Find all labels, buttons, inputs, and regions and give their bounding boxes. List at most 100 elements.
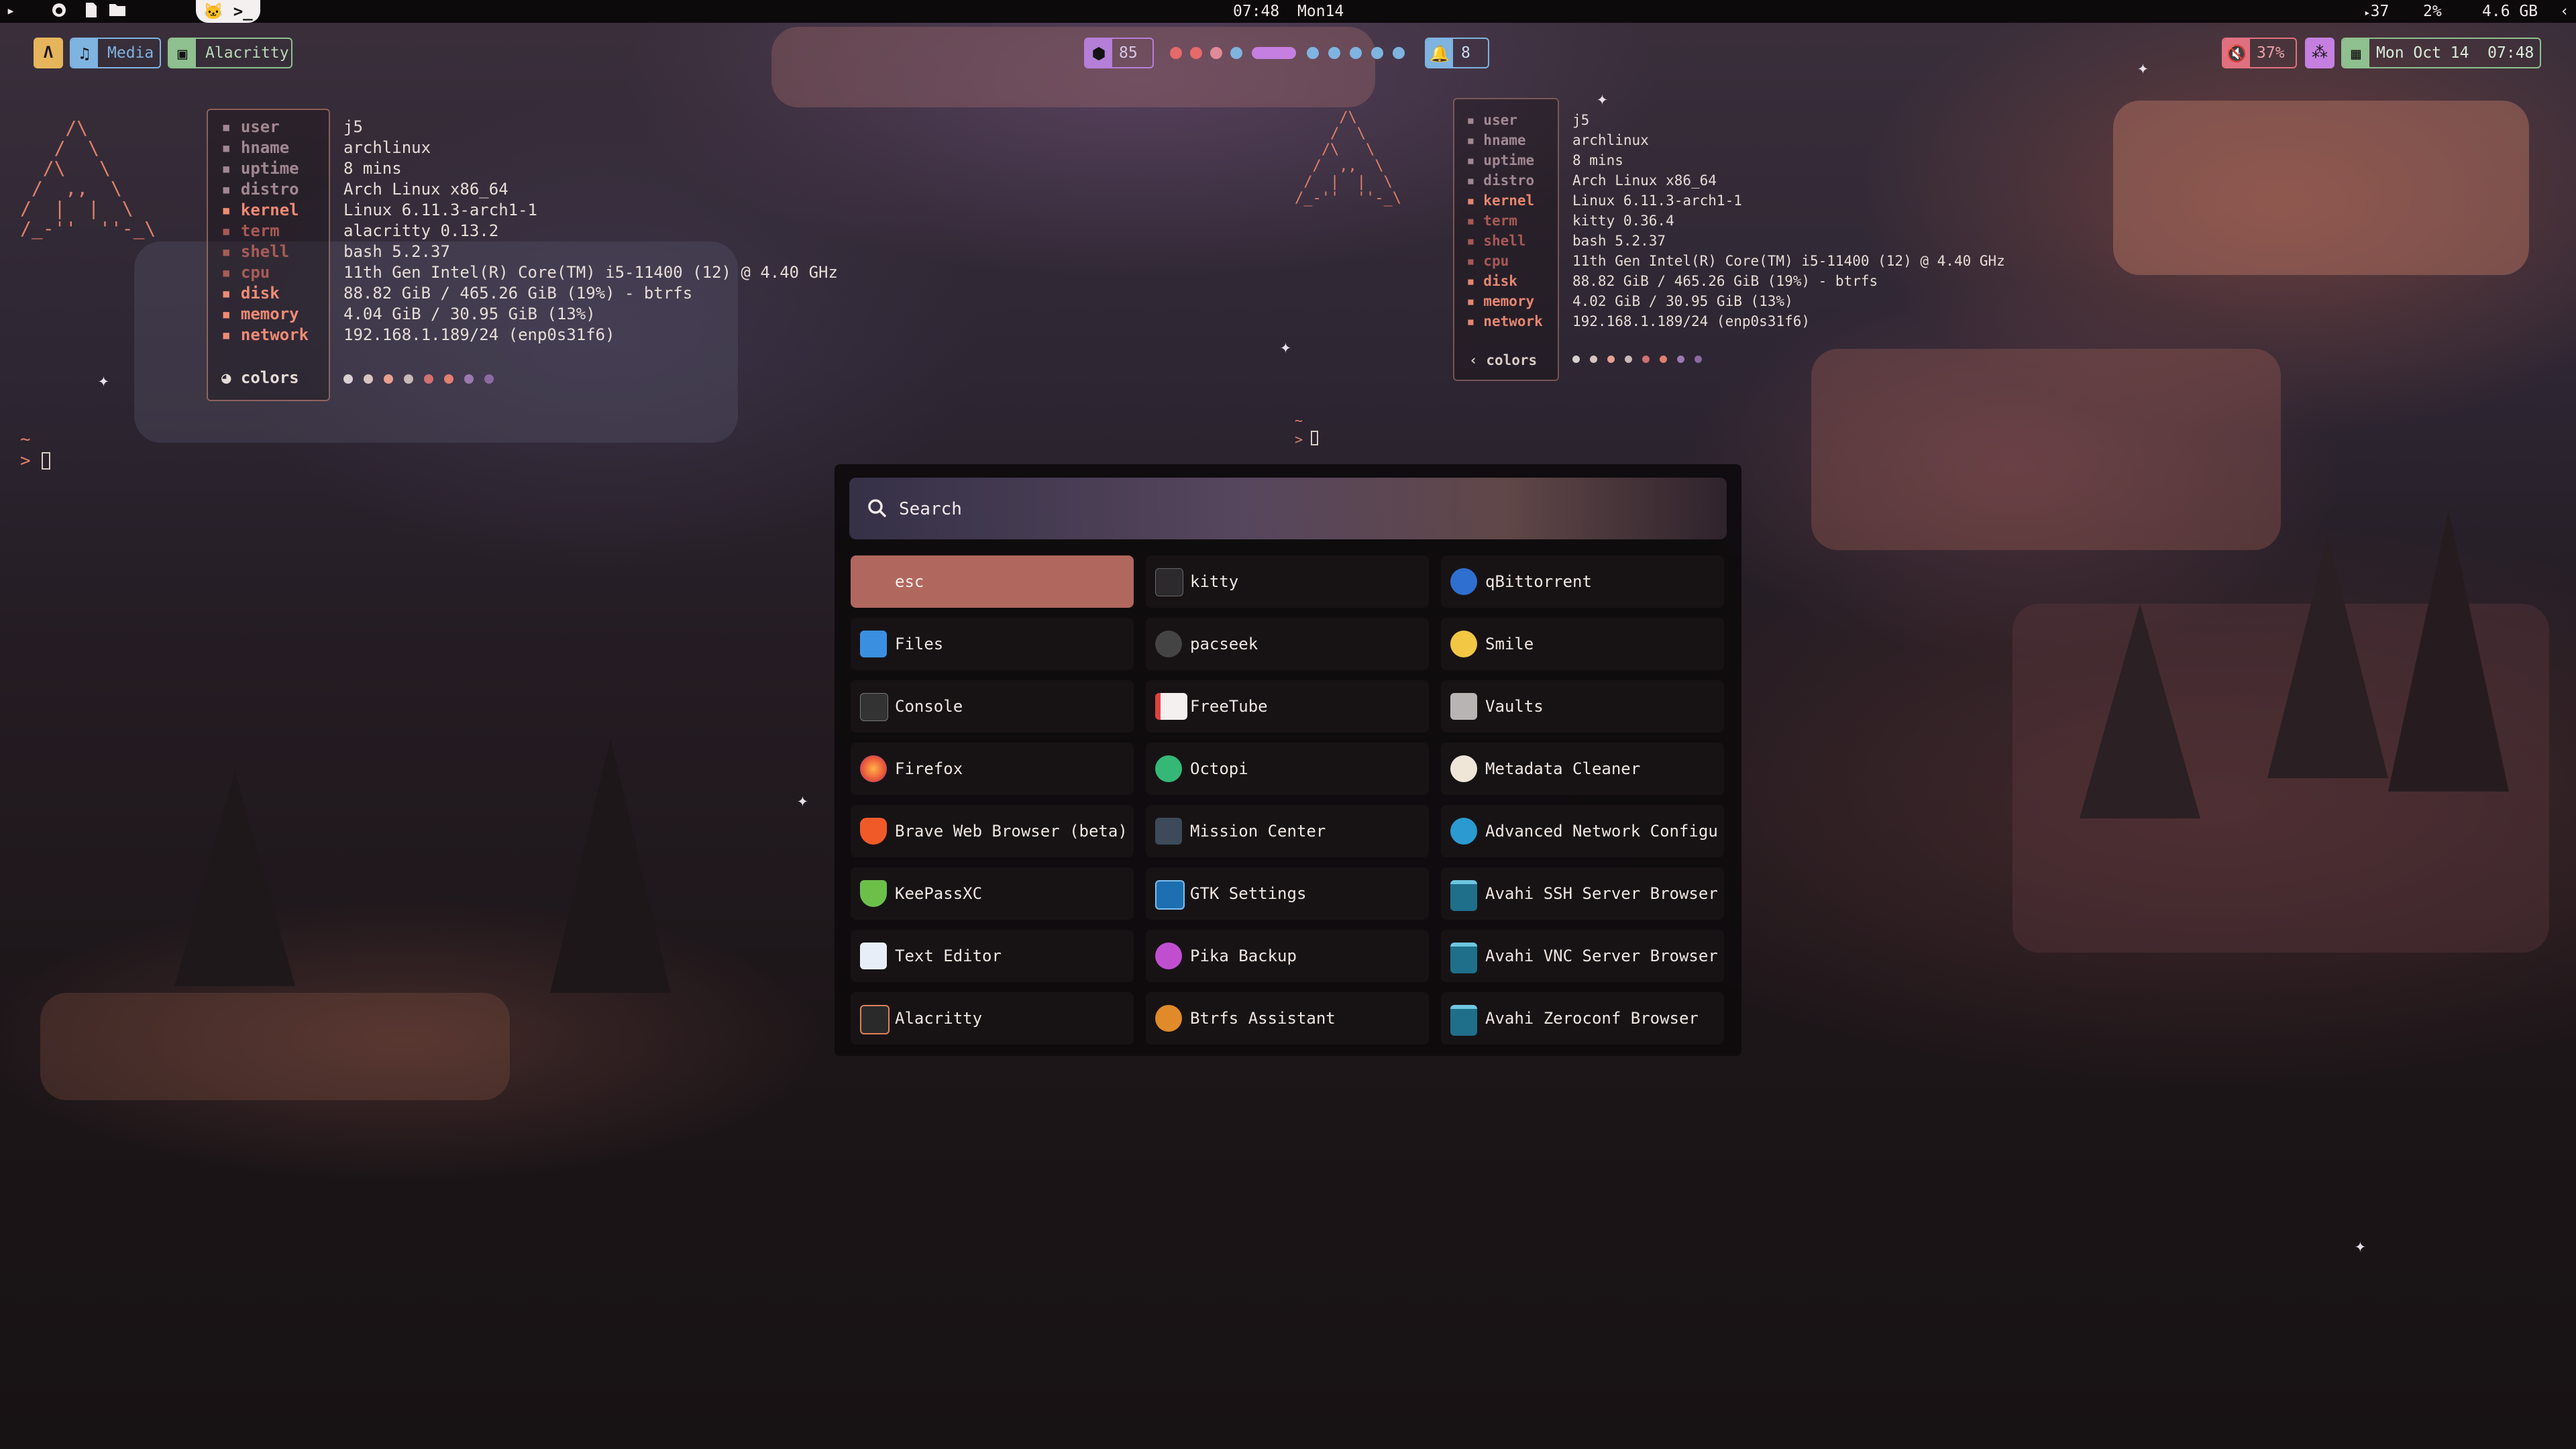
launcher-app-item[interactable]: Firefox bbox=[851, 743, 1134, 795]
fastfetch-value: j5 bbox=[1572, 112, 1590, 128]
volume-module[interactable]: 🔇 37% bbox=[2222, 38, 2297, 68]
fastfetch-label: ▪ uptime bbox=[1466, 152, 1535, 168]
launcher-app-label: Files bbox=[895, 635, 944, 653]
topbar-clock: 07:48 bbox=[1233, 3, 1280, 20]
wallpaper-star: ✦ bbox=[2355, 1234, 2366, 1256]
color-swatch bbox=[343, 374, 353, 384]
terminal-cursor[interactable] bbox=[42, 452, 50, 470]
fastfetch-value: alacritty 0.13.2 bbox=[343, 221, 499, 240]
arch-menu-icon[interactable]: ▸ bbox=[3, 2, 19, 21]
terminal-prompt-icon: >_ bbox=[233, 2, 253, 21]
user-icon: ▪ bbox=[221, 117, 241, 136]
app-launcher: esc kitty qBittorrent Files pacseek Smile Cons… bbox=[835, 464, 1741, 1056]
clock-module[interactable]: ▦ Mon Oct 14 07:48 bbox=[2341, 38, 2541, 68]
fastfetch-label: ▪ network bbox=[1466, 313, 1543, 329]
terminal-cursor[interactable] bbox=[1311, 431, 1318, 445]
active-window-module[interactable]: ▣ Alacritty bbox=[168, 38, 292, 68]
workspace-dot[interactable] bbox=[1190, 47, 1202, 59]
launcher-app-item[interactable]: qBittorrent bbox=[1441, 555, 1724, 608]
workspace-active-indicator[interactable] bbox=[1252, 47, 1296, 59]
launcher-app-item[interactable]: Console bbox=[851, 680, 1134, 733]
network-gear-icon bbox=[1450, 818, 1477, 845]
gear-icon: ▪ bbox=[1466, 193, 1484, 209]
fastfetch-value: 192.168.1.189/24 (enp0s31f6) bbox=[343, 325, 615, 344]
fastfetch-value: j5 bbox=[343, 117, 363, 136]
arch-logo-icon: Λ bbox=[43, 43, 54, 62]
network-icon: ⁂ bbox=[2312, 43, 2328, 62]
fastfetch-label: ▪ kernel bbox=[221, 201, 299, 219]
cpu-usage: 2% bbox=[2423, 3, 2442, 20]
launcher-app-item[interactable]: Avahi VNC Server Browser bbox=[1441, 930, 1724, 982]
collapse-chevron-icon[interactable]: ‹ bbox=[2560, 1, 2569, 21]
disk-icon: ▪ bbox=[1466, 273, 1484, 289]
fastfetch-value: kitty 0.36.4 bbox=[1572, 213, 1674, 229]
workspace-dot[interactable] bbox=[1393, 47, 1405, 59]
launcher-app-item[interactable]: Smile bbox=[1441, 618, 1724, 670]
music-note-icon: ♫ bbox=[71, 39, 98, 67]
launcher-app-item[interactable]: Alacritty bbox=[851, 992, 1134, 1044]
workspace-dot[interactable] bbox=[1230, 47, 1242, 59]
media-module[interactable]: ♫ Media bbox=[70, 38, 161, 68]
fastfetch-value: 192.168.1.189/24 (enp0s31f6) bbox=[1572, 313, 1811, 329]
chevron-left-icon: ‹ bbox=[1469, 352, 1478, 368]
folder-icon bbox=[860, 631, 887, 657]
document-icon[interactable] bbox=[82, 2, 101, 21]
workspace-dot[interactable] bbox=[1307, 47, 1319, 59]
launcher-app-item[interactable]: Avahi SSH Server Browser bbox=[1441, 867, 1724, 920]
wallpaper-tree bbox=[174, 771, 295, 986]
metadata-icon bbox=[1450, 755, 1477, 782]
launcher-app-item[interactable]: Btrfs Assistant bbox=[1146, 992, 1429, 1044]
launcher-app-item[interactable]: GTK Settings bbox=[1146, 867, 1429, 920]
colors-label: ◕ colors bbox=[221, 368, 299, 387]
launcher-app-item[interactable]: Metadata Cleaner bbox=[1441, 743, 1724, 795]
launcher-app-item[interactable]: Brave Web Browser (beta) bbox=[851, 805, 1134, 857]
active-terminal-indicator[interactable]: 🐱 >_ bbox=[196, 0, 260, 23]
workspace-dot[interactable] bbox=[1210, 47, 1222, 59]
fastfetch-value: 88.82 GiB / 465.26 GiB (19%) - btrfs bbox=[1572, 273, 1878, 289]
fastfetch-value: Arch Linux x86_64 bbox=[1572, 172, 1717, 189]
fastfetch-label: ▪ disk bbox=[221, 284, 280, 303]
launcher-app-item[interactable]: kitty bbox=[1146, 555, 1429, 608]
fastfetch-value: 11th Gen Intel(R) Core(TM) i5-11400 (12)… bbox=[1572, 253, 2005, 269]
launcher-app-item[interactable]: FreeTube bbox=[1146, 680, 1429, 733]
wallpaper-tree bbox=[2267, 537, 2388, 778]
launcher-app-item[interactable]: Octopi bbox=[1146, 743, 1429, 795]
launcher-search-bar[interactable] bbox=[849, 478, 1727, 539]
launcher-app-item[interactable]: Pika Backup bbox=[1146, 930, 1429, 982]
workspace-dot[interactable] bbox=[1328, 47, 1340, 59]
launcher-app-item[interactable]: Text Editor bbox=[851, 930, 1134, 982]
top-bar: ▸ 🐱 >_ 07:48 Mon14 ▸37 2% 4.6 GB ‹ bbox=[0, 0, 2576, 23]
vaults-icon bbox=[1450, 693, 1477, 720]
launcher-escape-button[interactable]: esc bbox=[851, 555, 1134, 608]
launcher-app-item[interactable]: Files bbox=[851, 618, 1134, 670]
launcher-app-label: Firefox bbox=[895, 759, 963, 778]
fastfetch-value: 11th Gen Intel(R) Core(TM) i5-11400 (12)… bbox=[343, 263, 838, 282]
workspace-dot[interactable] bbox=[1350, 47, 1362, 59]
launcher-app-item[interactable]: Mission Center bbox=[1146, 805, 1429, 857]
launcher-app-label: Advanced Network Configu… bbox=[1485, 822, 1717, 841]
notifications-module[interactable]: 🔔 8 bbox=[1425, 38, 1489, 68]
cpu-icon: ▪ bbox=[221, 263, 241, 282]
workspace-dot[interactable] bbox=[1371, 47, 1383, 59]
launcher-app-item[interactable]: KeePassXC bbox=[851, 867, 1134, 920]
launcher-app-label: Brave Web Browser (beta) bbox=[895, 822, 1127, 841]
arch-launcher-button[interactable]: Λ bbox=[34, 38, 63, 68]
updates-count[interactable]: ▸37 bbox=[2364, 1, 2389, 23]
topbar-day: Mon14 bbox=[1297, 3, 1344, 20]
launcher-app-item[interactable]: Advanced Network Configu… bbox=[1441, 805, 1724, 857]
search-input[interactable] bbox=[898, 492, 1638, 526]
user-icon: ▪ bbox=[1466, 112, 1484, 128]
workspace-dot[interactable] bbox=[1170, 47, 1182, 59]
github-icon[interactable] bbox=[50, 2, 68, 21]
packages-module[interactable]: ⬢ 85 bbox=[1084, 38, 1154, 68]
network-module[interactable]: ⁂ bbox=[2305, 38, 2334, 68]
folder-icon[interactable] bbox=[107, 2, 127, 21]
launcher-app-label: Alacritty bbox=[895, 1009, 983, 1028]
package-icon: ⬢ bbox=[1085, 39, 1112, 67]
launcher-app-item[interactable]: pacseek bbox=[1146, 618, 1429, 670]
launcher-app-item[interactable]: Vaults bbox=[1441, 680, 1724, 733]
fastfetch-label: ▪ kernel bbox=[1466, 193, 1535, 209]
gtk-settings-icon bbox=[1155, 880, 1185, 910]
network-icon: ▪ bbox=[1466, 313, 1484, 329]
launcher-app-item[interactable]: Avahi Zeroconf Browser bbox=[1441, 992, 1724, 1044]
